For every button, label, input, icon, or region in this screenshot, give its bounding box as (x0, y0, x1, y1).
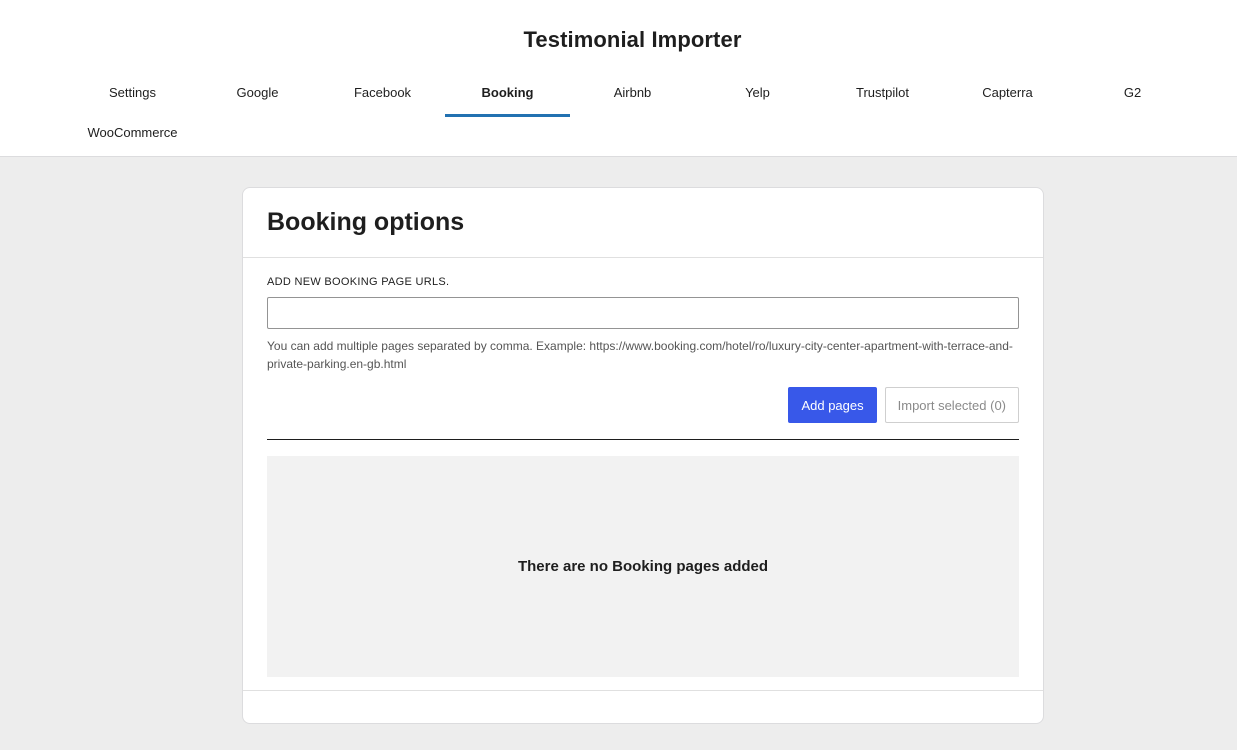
import-selected-button[interactable]: Import selected (0) (884, 387, 1019, 423)
app-title: Testimonial Importer (523, 27, 742, 52)
tab-woocommerce[interactable]: WooCommerce (70, 112, 195, 152)
urls-field-label: ADD NEW BOOKING PAGE URLS. (267, 276, 450, 288)
tab-yelp[interactable]: Yelp (695, 72, 820, 112)
app-header: Testimonial Importer Settings Google Fac… (0, 0, 1237, 157)
tab-airbnb[interactable]: Airbnb (570, 72, 695, 112)
divider (267, 439, 1019, 440)
tab-capterra[interactable]: Capterra (945, 72, 1070, 112)
tab-trustpilot[interactable]: Trustpilot (820, 72, 945, 112)
tab-facebook[interactable]: Facebook (320, 72, 445, 112)
empty-state-message: There are no Booking pages added (517, 558, 769, 575)
tab-g2[interactable]: G2 (1070, 72, 1195, 112)
tab-booking[interactable]: Booking (445, 72, 570, 117)
empty-state: There are no Booking pages added (267, 456, 1019, 677)
tab-bar: Settings Google Facebook Booking Airbnb … (70, 72, 1200, 152)
tab-settings[interactable]: Settings (70, 72, 195, 112)
tab-google[interactable]: Google (195, 72, 320, 112)
urls-help-text: You can add multiple pages separated by … (267, 339, 1013, 371)
booking-options-card: Booking options ADD NEW BOOKING PAGE URL… (242, 187, 1044, 724)
booking-urls-input[interactable] (267, 297, 1019, 329)
card-body: ADD NEW BOOKING PAGE URLS. You can add m… (243, 258, 1043, 691)
add-pages-button[interactable]: Add pages (788, 387, 877, 423)
card-header: Booking options (243, 188, 1043, 258)
card-actions: Add pages Import selected (0) (267, 387, 1019, 423)
card-title: Booking options (267, 208, 465, 236)
